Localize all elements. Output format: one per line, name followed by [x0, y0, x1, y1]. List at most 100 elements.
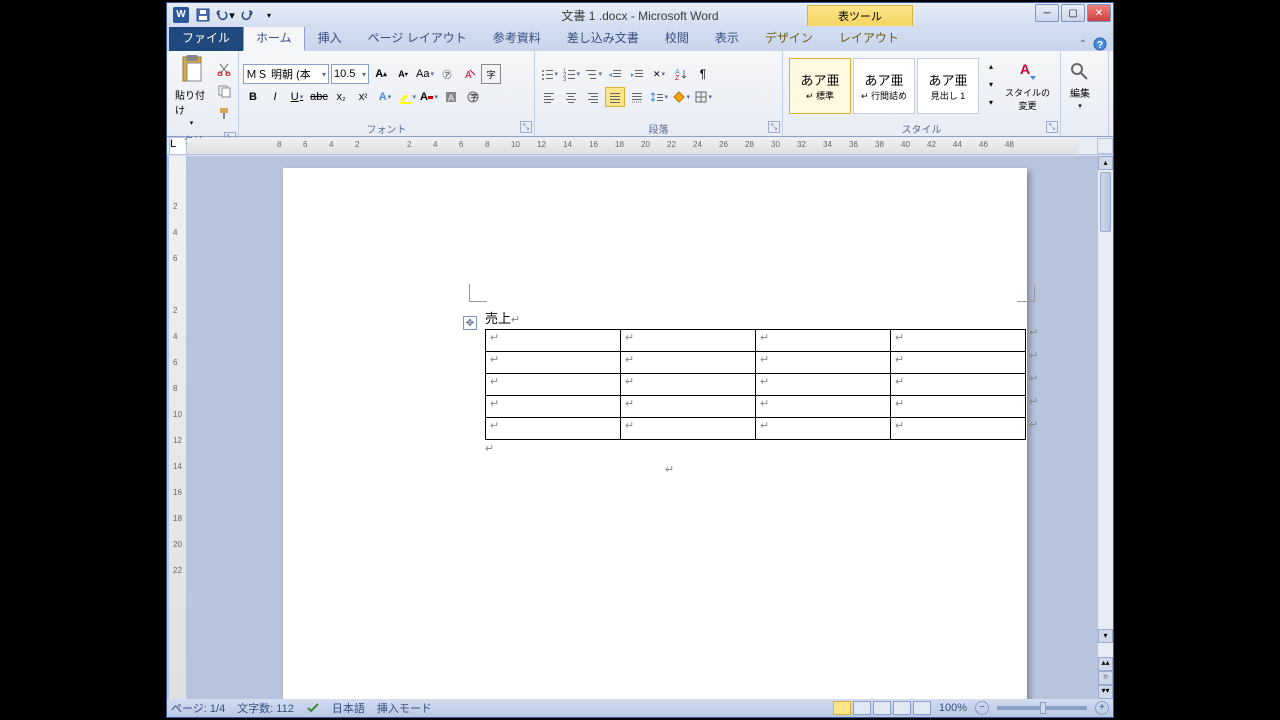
- decrease-indent-button[interactable]: [605, 64, 625, 84]
- table-cell[interactable]: ↵: [486, 352, 621, 374]
- minimize-button[interactable]: ─: [1035, 4, 1059, 22]
- asian-layout-button[interactable]: ✕▾: [649, 64, 669, 84]
- view-outline[interactable]: [893, 701, 911, 715]
- table-cell[interactable]: ↵: [621, 352, 756, 374]
- close-button[interactable]: ✕: [1087, 4, 1111, 22]
- minimize-ribbon-icon[interactable]: ⌃: [1079, 39, 1087, 50]
- cut-button[interactable]: [214, 59, 234, 79]
- show-marks-button[interactable]: ¶: [693, 64, 713, 84]
- editing-button[interactable]: 編集▾: [1065, 59, 1095, 112]
- strikethrough-button[interactable]: abc: [309, 87, 329, 107]
- phonetic-guide-button[interactable]: ㋐: [437, 64, 457, 84]
- scroll-down-button[interactable]: ▾: [1098, 629, 1113, 643]
- change-styles-button[interactable]: A スタイルの変更: [999, 58, 1056, 114]
- table-cell[interactable]: ↵: [891, 330, 1026, 352]
- tab-view[interactable]: 表示: [702, 24, 752, 51]
- next-page-button[interactable]: ▾▾: [1098, 685, 1113, 699]
- view-draft[interactable]: [913, 701, 931, 715]
- tab-file[interactable]: ファイル: [169, 24, 243, 51]
- bold-button[interactable]: B: [243, 87, 263, 107]
- shading-button[interactable]: ▾: [671, 87, 691, 107]
- vertical-scrollbar[interactable]: ▴ ▾ ▴▴ ○ ▾▾: [1097, 156, 1113, 699]
- change-case-button[interactable]: Aa▾: [415, 64, 435, 84]
- table-cell[interactable]: ↵: [891, 418, 1026, 440]
- paragraph-launcher[interactable]: ⤡: [768, 121, 780, 133]
- italic-button[interactable]: I: [265, 87, 285, 107]
- horizontal-ruler[interactable]: 8642246810121416182022242628303234363840…: [187, 138, 1079, 154]
- table-cell[interactable]: ↵: [891, 374, 1026, 396]
- font-size-combo[interactable]: 10.5▾: [331, 64, 369, 84]
- table-cell[interactable]: ↵: [756, 418, 891, 440]
- table-cell[interactable]: ↵: [891, 396, 1026, 418]
- align-right-button[interactable]: [583, 87, 603, 107]
- table-cell[interactable]: ↵: [486, 330, 621, 352]
- tab-page-layout[interactable]: ページ レイアウト: [355, 24, 480, 51]
- zoom-slider[interactable]: [997, 706, 1087, 710]
- align-left-button[interactable]: [539, 87, 559, 107]
- char-border-button[interactable]: 字: [463, 87, 483, 107]
- table-cell[interactable]: ↵: [756, 330, 891, 352]
- line-spacing-button[interactable]: ▾: [649, 87, 669, 107]
- tab-references[interactable]: 参考資料: [480, 24, 554, 51]
- table-cell[interactable]: ↵: [621, 330, 756, 352]
- text-effects-button[interactable]: A▾: [375, 87, 395, 107]
- justify-button[interactable]: [605, 87, 625, 107]
- sort-button[interactable]: AZ: [671, 64, 691, 84]
- bullets-button[interactable]: ▾: [539, 64, 559, 84]
- borders-button[interactable]: ▾: [693, 87, 713, 107]
- page-scroll[interactable]: ✥ 売上↵ ↵↵↵↵↵↵↵↵↵↵↵↵↵↵↵↵↵↵↵↵ ↵ ↵ ↵↵↵↵↵: [187, 156, 1097, 699]
- tab-insert[interactable]: 挿入: [305, 24, 355, 51]
- clear-formatting-button[interactable]: A: [459, 64, 479, 84]
- style-scroll-up[interactable]: ▴: [981, 58, 1001, 76]
- table-move-handle[interactable]: ✥: [463, 316, 477, 330]
- table-cell[interactable]: ↵: [891, 352, 1026, 374]
- style-heading1[interactable]: あア亜見出し 1: [917, 58, 979, 114]
- align-center-button[interactable]: [561, 87, 581, 107]
- font-launcher[interactable]: ⤡: [520, 121, 532, 133]
- view-full-screen[interactable]: [853, 701, 871, 715]
- status-words[interactable]: 文字数: 112: [237, 700, 294, 716]
- paste-button[interactable]: 貼り付け ▾: [171, 53, 212, 129]
- zoom-out-button[interactable]: −: [975, 701, 989, 715]
- view-print-layout[interactable]: [833, 701, 851, 715]
- save-button[interactable]: [193, 5, 213, 25]
- table-cell[interactable]: ↵: [621, 418, 756, 440]
- font-name-combo[interactable]: ＭＳ 明朝 (本▾: [243, 64, 329, 84]
- highlight-button[interactable]: ▾: [397, 87, 417, 107]
- scroll-up-button[interactable]: ▴: [1098, 156, 1113, 170]
- text-line[interactable]: 売上↵: [485, 308, 1026, 327]
- redo-button[interactable]: [237, 5, 257, 25]
- underline-button[interactable]: U▾: [287, 87, 307, 107]
- prev-page-button[interactable]: ▴▴: [1098, 657, 1113, 671]
- table-cell[interactable]: ↵: [486, 418, 621, 440]
- view-web-layout[interactable]: [873, 701, 891, 715]
- superscript-button[interactable]: x²: [353, 87, 373, 107]
- tab-layout[interactable]: レイアウト: [826, 24, 912, 51]
- format-painter-button[interactable]: [214, 103, 234, 123]
- style-scroll-down[interactable]: ▾: [981, 76, 1001, 94]
- multilevel-list-button[interactable]: ▾: [583, 64, 603, 84]
- page[interactable]: ✥ 売上↵ ↵↵↵↵↵↵↵↵↵↵↵↵↵↵↵↵↵↵↵↵ ↵ ↵ ↵↵↵↵↵: [283, 168, 1027, 699]
- qat-customize[interactable]: ▾: [259, 5, 279, 25]
- tab-home[interactable]: ホーム: [243, 24, 305, 51]
- enclose-char-button[interactable]: 字: [481, 64, 501, 84]
- zoom-level[interactable]: 100%: [939, 702, 967, 714]
- table-cell[interactable]: ↵: [756, 396, 891, 418]
- table-cell[interactable]: ↵: [486, 396, 621, 418]
- help-icon[interactable]: ?: [1093, 37, 1107, 51]
- numbering-button[interactable]: 123▾: [561, 64, 581, 84]
- shrink-font-button[interactable]: A▾: [393, 64, 413, 84]
- maximize-button[interactable]: ▢: [1061, 4, 1085, 22]
- ruler-toggle[interactable]: [1097, 138, 1113, 154]
- word-app-icon[interactable]: W: [171, 5, 191, 25]
- undo-button[interactable]: ▾: [215, 5, 235, 25]
- status-language[interactable]: 日本語: [332, 700, 365, 716]
- proofing-icon[interactable]: [306, 701, 320, 715]
- tab-mailings[interactable]: 差し込み文書: [554, 24, 652, 51]
- document-table[interactable]: ↵↵↵↵↵↵↵↵↵↵↵↵↵↵↵↵↵↵↵↵: [485, 329, 1026, 440]
- table-cell[interactable]: ↵: [486, 374, 621, 396]
- zoom-in-button[interactable]: +: [1095, 701, 1109, 715]
- char-shading-button[interactable]: A: [441, 87, 461, 107]
- table-cell[interactable]: ↵: [756, 374, 891, 396]
- styles-launcher[interactable]: ⤡: [1046, 121, 1058, 133]
